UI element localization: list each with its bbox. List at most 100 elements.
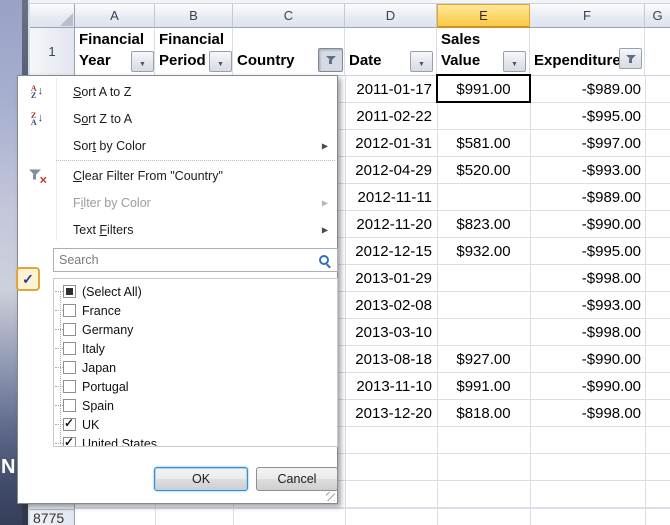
cell-date[interactable]: 2012-04-29	[345, 157, 437, 184]
cell-date[interactable]: 2013-01-29	[345, 265, 437, 292]
cell-sales-value[interactable]: $991.00	[437, 373, 530, 400]
cell-expenditure[interactable]: -$995.00	[530, 103, 645, 130]
dropdown-arrow-icon	[217, 53, 224, 71]
country-filter-menu: AZ↓Sort A to ZZA↓Sort Z to ASort by Colo…	[17, 75, 338, 504]
sort-az-icon: AZ↓	[23, 85, 51, 99]
tree-connector-stub	[55, 310, 63, 311]
column-header-f[interactable]: F	[530, 4, 645, 28]
cell-date[interactable]: 2013-08-18	[345, 346, 437, 373]
cell-sales-value[interactable]	[437, 103, 530, 130]
cell-expenditure[interactable]: -$998.00	[530, 319, 645, 346]
checkbox-unchecked[interactable]	[63, 342, 76, 355]
red-x-icon: ✕	[39, 175, 47, 186]
cell-expenditure[interactable]: -$989.00	[530, 184, 645, 211]
tree-connector-stub	[55, 424, 63, 425]
sort-letter: Z	[31, 92, 37, 99]
dropdown-arrow-icon	[511, 53, 518, 71]
cell-date[interactable]: 2012-12-15	[345, 238, 437, 265]
cell-date[interactable]: 2012-01-31	[345, 130, 437, 157]
cell-sales-value[interactable]: $823.00	[437, 211, 530, 238]
filter-option[interactable]: Germany	[54, 320, 337, 339]
filter-option[interactable]: Portugal	[54, 377, 337, 396]
cell-sales-value[interactable]: $520.00	[437, 157, 530, 184]
header-label: Sales	[441, 29, 527, 50]
filter-option[interactable]: France	[54, 301, 337, 320]
menu-item-clear-filter[interactable]: ✕Clear Filter From "Country"	[18, 162, 337, 189]
row-header-8775[interactable]: 8775	[30, 509, 75, 525]
checkbox-checked[interactable]	[63, 418, 76, 431]
resize-grip[interactable]	[326, 492, 335, 501]
cell-date[interactable]: 2011-01-17	[345, 76, 437, 103]
column-header-e-selected[interactable]: E	[437, 4, 530, 28]
cell-expenditure[interactable]: -$989.00	[530, 76, 645, 103]
filter-option[interactable]: Japan	[54, 358, 337, 377]
filter-dropdown-button-sales-value[interactable]	[503, 51, 526, 72]
filter-option[interactable]: Italy	[54, 339, 337, 358]
funnel-icon	[626, 55, 636, 63]
cell-sales-value[interactable]: $932.00	[437, 238, 530, 265]
column-header-a[interactable]: A	[75, 4, 155, 28]
filter-option[interactable]: United States	[54, 434, 337, 447]
checkbox-checked[interactable]	[63, 437, 76, 447]
cell-expenditure[interactable]: -$990.00	[530, 373, 645, 400]
menu-item-label: C	[73, 169, 82, 183]
sort-za-icon: ZA↓	[23, 112, 51, 126]
checkbox-unchecked[interactable]	[63, 304, 76, 317]
ok-button[interactable]: OK	[154, 467, 248, 491]
filter-option[interactable]: UK	[54, 415, 337, 434]
cell-date[interactable]: 2011-02-22	[345, 103, 437, 130]
checkmark-button[interactable]	[16, 267, 40, 291]
filter-option[interactable]: Spain	[54, 396, 337, 415]
country-options-list[interactable]: (Select All)FranceGermanyItalyJapanPortu…	[53, 278, 338, 447]
cancel-button[interactable]: Cancel	[256, 467, 338, 491]
cell-expenditure[interactable]: -$990.00	[530, 346, 645, 373]
search-input[interactable]	[59, 253, 319, 267]
cell-date[interactable]: 2012-11-11	[345, 184, 437, 211]
cell-sales-value[interactable]: $818.00	[437, 400, 530, 427]
checkbox-unchecked[interactable]	[63, 323, 76, 336]
search-box[interactable]	[53, 248, 338, 272]
cell-sales-value[interactable]: $927.00	[437, 346, 530, 373]
cell-sales-value[interactable]	[437, 184, 530, 211]
checkbox-unchecked[interactable]	[63, 380, 76, 393]
cell-expenditure[interactable]: -$993.00	[530, 157, 645, 184]
cell-sales-value[interactable]	[437, 319, 530, 346]
filter-button-expenditure-filtered[interactable]	[619, 48, 642, 69]
menu-item-sort-z-to-a[interactable]: ZA↓Sort Z to A	[18, 105, 337, 132]
column-header-b[interactable]: B	[155, 4, 233, 28]
cell-sales-value[interactable]	[437, 265, 530, 292]
cell-date[interactable]: 2013-03-10	[345, 319, 437, 346]
tree-connector-stub	[55, 291, 63, 292]
filter-option[interactable]: (Select All)	[54, 282, 337, 301]
checkbox-unchecked[interactable]	[63, 399, 76, 412]
header-cell-g1[interactable]	[645, 28, 670, 76]
cell-expenditure[interactable]: -$998.00	[530, 265, 645, 292]
cell-date[interactable]: 2012-11-20	[345, 211, 437, 238]
cell-expenditure[interactable]: -$997.00	[530, 130, 645, 157]
column-header-g[interactable]: G	[645, 4, 670, 28]
column-header-c[interactable]: C	[233, 4, 345, 28]
cell-sales-value[interactable]: $581.00	[437, 130, 530, 157]
dropdown-arrow-icon	[418, 53, 425, 71]
filter-dropdown-button-period[interactable]	[209, 51, 232, 72]
cell-date[interactable]: 2013-11-10	[345, 373, 437, 400]
filter-button-country-active[interactable]	[318, 48, 343, 72]
filter-dropdown-button-date[interactable]	[410, 51, 433, 72]
cell-sales-value[interactable]	[437, 292, 530, 319]
column-header-d[interactable]: D	[345, 4, 437, 28]
filter-dropdown-button-year[interactable]	[131, 51, 154, 72]
menu-item-text-filters[interactable]: Text Filters	[18, 216, 337, 243]
cell-expenditure[interactable]: -$993.00	[530, 292, 645, 319]
cell-expenditure[interactable]: -$995.00	[530, 238, 645, 265]
cell-date[interactable]: 2013-02-08	[345, 292, 437, 319]
menu-item-label: Sor	[73, 139, 92, 153]
checkbox-unchecked[interactable]	[63, 361, 76, 374]
menu-item-sort-a-to-z[interactable]: AZ↓Sort A to Z	[18, 78, 337, 105]
menu-item-sort-by-color[interactable]: Sort by Color	[18, 132, 337, 159]
select-all-corner[interactable]	[30, 4, 75, 28]
row-header-1[interactable]: 1	[30, 28, 75, 76]
cell-date[interactable]: 2013-12-20	[345, 400, 437, 427]
cell-expenditure[interactable]: -$990.00	[530, 211, 645, 238]
checkbox-indeterminate[interactable]	[63, 285, 76, 298]
cell-expenditure[interactable]: -$998.00	[530, 400, 645, 427]
